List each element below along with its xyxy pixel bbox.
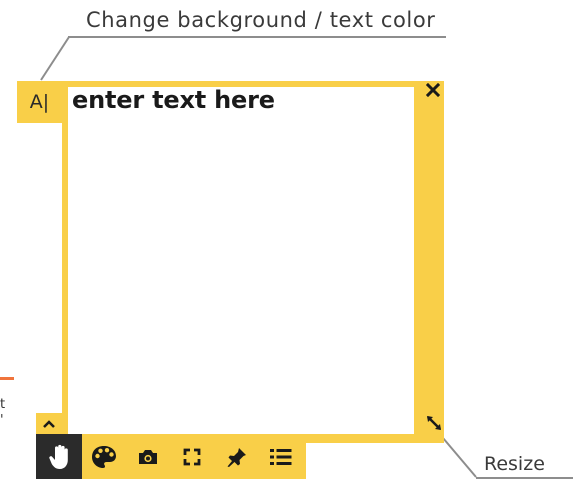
callout-resize-label: Resize xyxy=(484,453,545,475)
partial-cut-off-text: t ' xyxy=(0,397,6,428)
hand-icon xyxy=(49,444,68,469)
chevron-up-icon xyxy=(43,419,55,428)
partial-accent-bar xyxy=(0,377,14,380)
close-icon[interactable] xyxy=(420,80,446,100)
callout-color-underline xyxy=(68,36,446,38)
change-color-button[interactable]: A| xyxy=(17,81,62,123)
list-icon xyxy=(270,448,292,465)
note-text-area[interactable] xyxy=(68,87,414,434)
camera-icon xyxy=(139,449,157,464)
hand-tool-button[interactable] xyxy=(36,434,82,479)
palette-icon xyxy=(92,445,116,468)
palette-button[interactable] xyxy=(84,434,124,479)
screenshot-button[interactable] xyxy=(128,434,168,479)
callout-color-pointer xyxy=(40,36,70,81)
resize-diagonal-icon[interactable] xyxy=(420,408,448,438)
callout-change-color-label: Change background / text color xyxy=(86,8,436,32)
pin-button[interactable] xyxy=(217,434,257,479)
list-button[interactable] xyxy=(261,434,301,479)
note-text[interactable]: enter text here xyxy=(72,86,275,114)
callout-resize-pointer xyxy=(442,437,477,478)
pin-icon xyxy=(227,447,246,467)
fullscreen-icon xyxy=(183,448,201,465)
collapse-toolbar-button[interactable] xyxy=(36,413,62,434)
text-color-icon: A| xyxy=(29,91,50,113)
fullscreen-button[interactable] xyxy=(172,434,212,479)
